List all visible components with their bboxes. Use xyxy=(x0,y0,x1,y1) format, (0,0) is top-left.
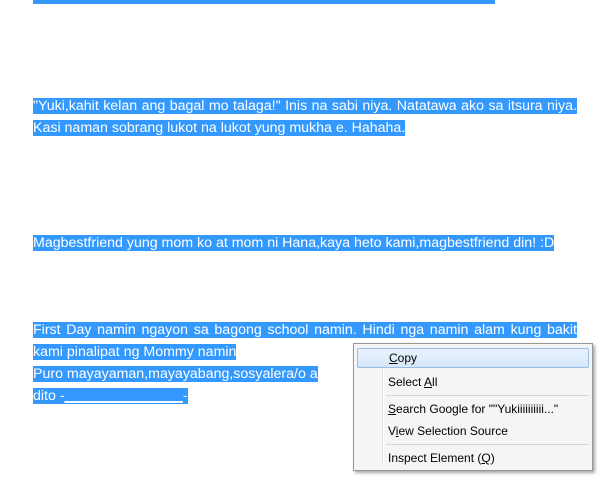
menu-item-view-selection-source-label: View Selection Source xyxy=(388,424,508,438)
paragraph-3-line-4: dito - xyxy=(33,388,65,404)
menu-item-select-all-label: Select All xyxy=(388,375,438,389)
paragraph-1-text: "Yuki,kahit kelan ang bagal mo talaga!" … xyxy=(33,98,577,136)
paragraph-2-text: Magbestfriend yung mom ko at mom ni Hana… xyxy=(33,235,555,251)
trailing-dash: - xyxy=(182,388,188,404)
paragraph-2[interactable]: Magbestfriend yung mom ko at mom ni Hana… xyxy=(33,232,577,254)
context-menu: Copy Select All Search Google for ""Yuki… xyxy=(353,343,593,471)
menu-item-view-selection-source[interactable]: View Selection Source xyxy=(357,421,589,441)
menu-item-copy[interactable]: Copy xyxy=(357,348,589,368)
menu-item-search-google-label: Search Google for ""Yukiiiiiiiiii..." xyxy=(388,402,559,416)
menu-separator xyxy=(386,444,589,445)
menu-item-select-all[interactable]: Select All xyxy=(357,372,589,392)
menu-item-inspect-element[interactable]: Inspect Element (Q) xyxy=(357,448,589,468)
menu-item-copy-label: Copy xyxy=(389,351,418,365)
selected-text-fragment xyxy=(33,0,495,4)
menu-separator xyxy=(386,395,589,396)
menu-item-inspect-element-label: Inspect Element (Q) xyxy=(388,451,495,465)
menu-item-search-google[interactable]: Search Google for ""Yukiiiiiiiiii..." xyxy=(357,399,589,419)
blank-line: _______________ xyxy=(64,388,183,404)
paragraph-1[interactable]: "Yuki,kahit kelan ang bagal mo talaga!" … xyxy=(33,95,577,139)
paragraph-3-line-3: Puro mayayaman,mayayabang,sosyalera/o a xyxy=(33,366,318,382)
